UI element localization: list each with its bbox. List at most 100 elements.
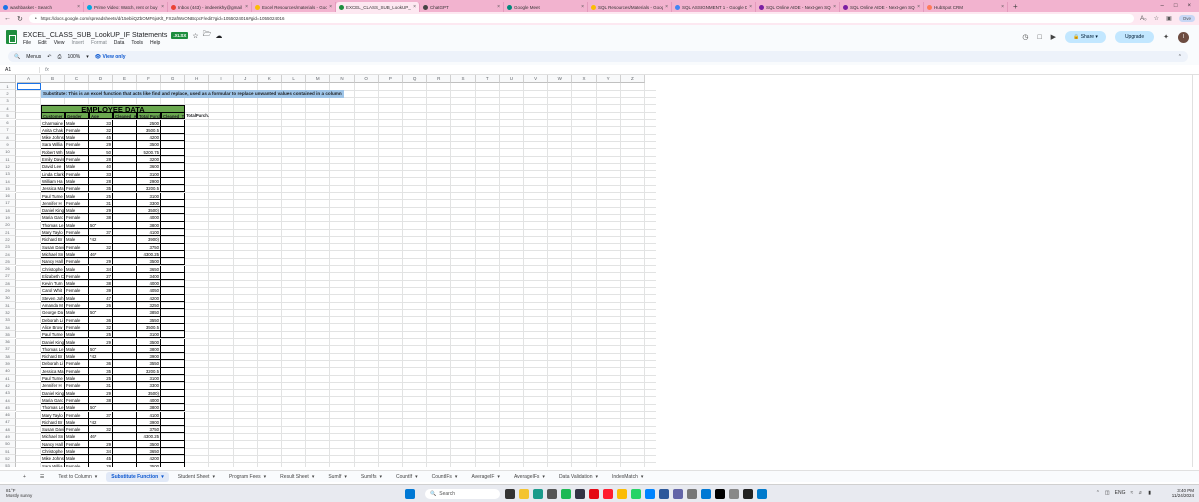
settings-icon[interactable] xyxy=(687,489,697,499)
browser-tab[interactable]: SQL Online AIDE - Next-gen SQL × xyxy=(840,2,924,12)
row-header[interactable]: 6 xyxy=(0,119,16,127)
table-cell[interactable]: Daniel King xyxy=(41,338,65,346)
table-cell[interactable]: 37 xyxy=(89,229,113,237)
taskbar-search[interactable]: 🔍 Search xyxy=(425,489,500,499)
table-cell-empty[interactable] xyxy=(161,258,186,266)
table-cell[interactable]: Male xyxy=(65,375,89,383)
table-cell-empty[interactable] xyxy=(161,433,186,441)
table-cell-empty[interactable] xyxy=(161,396,186,405)
table-header-cell[interactable]: TotalPurch. xyxy=(185,112,209,119)
column-header[interactable]: N xyxy=(330,75,355,83)
table-cell[interactable]: 29 xyxy=(89,141,113,149)
table-cell[interactable] xyxy=(113,448,137,456)
chevron-down-icon[interactable]: ▾ xyxy=(161,474,164,480)
table-cell-empty[interactable] xyxy=(161,272,186,281)
table-cell[interactable]: Emily Davis xyxy=(41,156,65,164)
maximize-icon[interactable]: □ xyxy=(1174,3,1178,9)
table-cell[interactable] xyxy=(113,396,137,405)
row-header[interactable]: 43 xyxy=(0,389,16,397)
table-cell[interactable]: Susan Davi xyxy=(41,243,65,251)
table-cell[interactable]: 3500.5 xyxy=(137,126,161,135)
table-cell[interactable]: Richard Br xyxy=(41,418,65,427)
table-cell[interactable]: 3800 xyxy=(137,345,161,354)
row-header[interactable]: 3 xyxy=(0,97,16,105)
table-cell[interactable] xyxy=(113,258,137,266)
table-cell[interactable]: Male xyxy=(65,338,89,346)
column-header[interactable]: X xyxy=(572,75,597,83)
table-cell[interactable]: 3800 xyxy=(137,221,161,229)
comment-icon[interactable]: □ xyxy=(1037,34,1041,41)
table-cell[interactable]: Female xyxy=(65,302,89,310)
table-cell[interactable] xyxy=(113,462,137,467)
row-header[interactable]: 35 xyxy=(0,331,16,339)
table-cell[interactable] xyxy=(113,221,137,229)
table-cell[interactable]: 4300.25 xyxy=(137,433,161,441)
table-cell[interactable] xyxy=(113,250,137,259)
select-all-corner[interactable] xyxy=(0,75,16,83)
row-header[interactable]: 25 xyxy=(0,258,16,266)
column-header[interactable]: S xyxy=(451,75,476,83)
table-cell[interactable]: Mary Taylo xyxy=(41,229,65,237)
table-cell[interactable]: Male xyxy=(65,448,89,456)
table-cell[interactable]: Female xyxy=(65,185,89,193)
table-cell[interactable] xyxy=(113,287,137,295)
table-cell[interactable] xyxy=(113,323,137,332)
table-cell-empty[interactable] xyxy=(161,148,186,156)
table-cell[interactable]: Susan Davi xyxy=(41,426,65,434)
table-cell[interactable]: Maria Garc xyxy=(41,214,65,222)
table-cell[interactable] xyxy=(113,280,137,288)
table-cell[interactable]: Richard Br xyxy=(41,353,65,361)
table-cell[interactable]: *42 xyxy=(89,236,113,244)
table-cell-empty[interactable] xyxy=(161,411,186,419)
network-icon[interactable]: ◫ xyxy=(1105,490,1110,496)
browser-tab[interactable]: washbasket - Search × xyxy=(0,2,84,12)
row-header[interactable]: 30 xyxy=(0,294,16,302)
table-cell[interactable]: Thomas Le xyxy=(41,404,65,412)
table-cell[interactable]: Male xyxy=(65,433,89,441)
column-header[interactable]: M xyxy=(306,75,331,83)
chevron-down-icon[interactable]: ▾ xyxy=(595,474,598,480)
table-cell[interactable]: Female xyxy=(65,229,89,237)
table-cell[interactable]: 3100 xyxy=(137,331,161,339)
table-cell-empty[interactable] xyxy=(161,280,186,288)
table-cell-empty[interactable] xyxy=(161,448,186,456)
table-cell[interactable]: 29 xyxy=(89,462,113,467)
read-aloud-icon[interactable]: A₀ xyxy=(1140,16,1147,22)
column-header[interactable]: K xyxy=(257,75,282,83)
spotify-icon[interactable] xyxy=(561,489,571,499)
table-cell[interactable]: Female xyxy=(65,411,89,419)
edge-icon[interactable] xyxy=(533,489,543,499)
menu-item-insert[interactable]: Insert xyxy=(71,40,84,46)
name-box[interactable]: A1 xyxy=(5,66,40,73)
volume-icon[interactable]: ♬ xyxy=(1138,490,1143,496)
column-header[interactable]: B xyxy=(41,75,65,83)
table-cell[interactable]: Female xyxy=(65,141,89,149)
vscode-icon[interactable] xyxy=(757,489,767,499)
menu-item-edit[interactable]: Edit xyxy=(38,40,47,46)
table-cell[interactable]: Robert Wh xyxy=(41,148,65,156)
table-cell[interactable]: Thomas Le xyxy=(41,221,65,229)
row-header[interactable]: 39 xyxy=(0,360,16,368)
table-cell-empty[interactable] xyxy=(161,265,186,273)
column-header[interactable]: G xyxy=(161,75,186,83)
table-cell[interactable] xyxy=(113,272,137,281)
table-cell[interactable]: David Lee xyxy=(41,163,65,171)
row-header[interactable]: 19 xyxy=(0,214,16,222)
table-cell[interactable]: 4300.25 xyxy=(137,250,161,259)
column-header[interactable]: E xyxy=(113,75,137,83)
table-header-cell[interactable]: Customer xyxy=(41,112,65,120)
table-cell[interactable]: Male xyxy=(65,265,89,273)
table-cell[interactable]: Male xyxy=(65,192,89,200)
table-cell[interactable]: 4000 xyxy=(137,214,161,222)
table-cell[interactable]: 36 xyxy=(89,360,113,368)
table-cell[interactable] xyxy=(113,382,137,390)
table-cell[interactable]: Male xyxy=(65,309,89,317)
sheet-tab[interactable]: Program Fees ▾ xyxy=(224,472,271,482)
table-cell[interactable]: 45 xyxy=(89,134,113,142)
row-header[interactable]: 33 xyxy=(0,316,16,324)
table-cell[interactable]: 32 xyxy=(89,426,113,434)
table-cell[interactable] xyxy=(113,345,137,354)
sheet-tab[interactable]: AverageIF ▾ xyxy=(466,472,505,482)
table-cell[interactable]: 2500 xyxy=(137,119,161,127)
table-cell[interactable]: 3200 xyxy=(137,156,161,164)
